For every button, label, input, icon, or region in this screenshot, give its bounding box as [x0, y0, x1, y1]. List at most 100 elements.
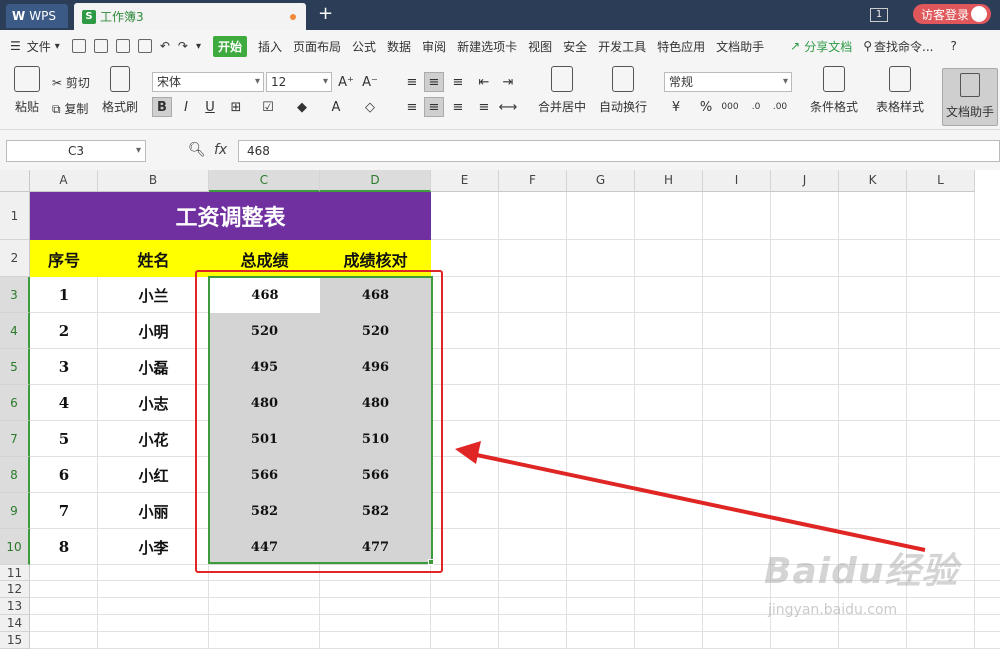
row-header[interactable]: 15 — [0, 632, 30, 649]
row-header[interactable]: 1 — [0, 192, 30, 240]
row-header[interactable]: 12 — [0, 581, 30, 598]
align-top-icon[interactable]: ≡ — [402, 72, 422, 92]
tab-doc-assistant[interactable]: 文档助手 — [716, 38, 764, 55]
increase-decimal-icon[interactable]: .0 — [746, 97, 766, 117]
tab-insert[interactable]: 插入 — [258, 38, 282, 55]
column-header[interactable]: J — [771, 170, 839, 192]
tab-new-tab[interactable]: 新建选项卡 — [457, 38, 517, 55]
thousands-icon[interactable]: 000 — [720, 97, 740, 117]
row-header[interactable]: 4 — [0, 313, 30, 349]
decrease-indent-icon[interactable]: ⇤ — [474, 72, 494, 92]
table-cell[interactable]: 7 — [30, 493, 98, 529]
menu-file[interactable]: 文件 — [27, 38, 51, 55]
formula-input[interactable]: 468 — [238, 140, 1000, 162]
tab-data[interactable]: 数据 — [387, 38, 411, 55]
column-header[interactable]: D — [320, 170, 431, 192]
format-painter-button[interactable]: 格式刷 — [100, 66, 140, 115]
align-right-icon[interactable]: ≡ — [448, 97, 468, 117]
column-header[interactable]: K — [839, 170, 907, 192]
tab-view[interactable]: 视图 — [528, 38, 552, 55]
row-header[interactable]: 13 — [0, 598, 30, 615]
spreadsheet-grid[interactable]: 工资调整表序号姓名总成绩成绩核对1小兰4684682小明5205203小磊495… — [0, 170, 1000, 649]
decrease-font-icon[interactable]: A⁻ — [360, 72, 380, 92]
paste-button[interactable]: 粘贴 — [10, 66, 44, 115]
cut-button[interactable]: ✂ 剪切 — [52, 74, 90, 91]
increase-font-icon[interactable]: A⁺ — [336, 72, 356, 92]
tab-security[interactable]: 安全 — [563, 38, 587, 55]
column-header[interactable]: C — [209, 170, 320, 192]
align-center-icon[interactable]: ≡ — [424, 97, 444, 117]
export-pdf-icon[interactable] — [93, 39, 108, 53]
undo-icon[interactable]: ↶ — [160, 39, 170, 53]
number-format-select[interactable]: 常规 — [664, 72, 792, 92]
sheet-title-cell[interactable]: 工资调整表 — [30, 192, 431, 240]
increase-indent-icon[interactable]: ⇥ — [498, 72, 518, 92]
table-cell[interactable]: 小红 — [98, 457, 209, 493]
row-header[interactable]: 5 — [0, 349, 30, 385]
tab-home[interactable]: 开始 — [212, 35, 247, 57]
quick-access-dropdown-icon[interactable]: ▾ — [196, 41, 201, 52]
table-cell[interactable]: 5 — [30, 421, 98, 457]
help-icon[interactable]: ? — [950, 39, 956, 53]
table-cell[interactable]: 小李 — [98, 529, 209, 565]
file-dropdown-icon[interactable]: ▾ — [55, 41, 60, 52]
tab-developer[interactable]: 开发工具 — [598, 38, 646, 55]
column-header[interactable]: L — [907, 170, 975, 192]
currency-icon[interactable]: ¥ — [666, 97, 686, 117]
row-header[interactable]: 3 — [0, 277, 30, 313]
bold-button[interactable]: B — [152, 97, 172, 117]
fx-icon[interactable]: fx — [214, 142, 227, 158]
border-icon[interactable]: ⊞ — [226, 97, 246, 117]
new-tab-icon[interactable]: + — [318, 4, 333, 24]
guest-login-button[interactable]: 访客登录 — [913, 4, 991, 24]
table-style-button[interactable]: 表格样式 — [870, 66, 930, 115]
tab-special-apps[interactable]: 特色应用 — [657, 38, 705, 55]
justify-icon[interactable]: ≡ — [474, 97, 494, 117]
column-header[interactable]: I — [703, 170, 771, 192]
wps-home-tab[interactable]: W WPS — [6, 4, 68, 28]
table-cell[interactable]: 4 — [30, 385, 98, 421]
column-header[interactable]: F — [499, 170, 567, 192]
table-cell[interactable]: 小丽 — [98, 493, 209, 529]
tab-page-layout[interactable]: 页面布局 — [293, 38, 341, 55]
cell-style-icon[interactable]: ☑ — [258, 97, 278, 117]
share-document-button[interactable]: 分享文档 — [804, 38, 852, 55]
column-header[interactable]: G — [567, 170, 635, 192]
table-cell[interactable]: 2 — [30, 313, 98, 349]
clear-icon[interactable]: ◇ — [360, 97, 380, 117]
print-icon[interactable] — [115, 39, 130, 53]
tab-formulas[interactable]: 公式 — [352, 38, 376, 55]
font-name-select[interactable]: 宋体 — [152, 72, 264, 92]
decrease-decimal-icon[interactable]: .00 — [770, 97, 790, 117]
row-header[interactable]: 6 — [0, 385, 30, 421]
table-cell[interactable]: 3 — [30, 349, 98, 385]
doc-assistant-button[interactable]: 文档助手 — [942, 68, 998, 126]
row-header[interactable]: 9 — [0, 493, 30, 529]
copy-button[interactable]: ⧉ 复制 — [52, 100, 88, 117]
row-header[interactable]: 11 — [0, 565, 30, 581]
zoom-icon[interactable]: 🔍︎ — [188, 142, 206, 158]
column-header[interactable]: E — [431, 170, 499, 192]
fill-color-icon[interactable]: ◆ — [292, 97, 312, 117]
print-preview-icon[interactable] — [137, 39, 152, 53]
underline-button[interactable]: U — [200, 97, 220, 117]
hamburger-menu-icon[interactable]: ☰ — [10, 39, 21, 53]
document-tab[interactable]: S 工作簿3 — [74, 3, 306, 30]
table-header-cell[interactable]: 姓名 — [98, 240, 209, 277]
table-cell[interactable]: 小志 — [98, 385, 209, 421]
save-icon[interactable] — [71, 39, 86, 53]
table-cell[interactable]: 小磊 — [98, 349, 209, 385]
distributed-icon[interactable]: ⟷ — [498, 97, 518, 117]
table-cell[interactable]: 8 — [30, 529, 98, 565]
conditional-format-button[interactable]: 条件格式 — [806, 66, 862, 115]
align-middle-icon[interactable]: ≡ — [424, 72, 444, 92]
search-command-button[interactable]: 查找命令... — [874, 38, 933, 55]
row-header[interactable]: 14 — [0, 615, 30, 632]
wrap-text-button[interactable]: 自动换行 — [598, 66, 648, 115]
tab-review[interactable]: 审阅 — [422, 38, 446, 55]
column-header[interactable]: B — [98, 170, 209, 192]
row-header[interactable]: 7 — [0, 421, 30, 457]
table-cell[interactable]: 6 — [30, 457, 98, 493]
window-count-badge[interactable]: 1 — [870, 8, 888, 22]
column-header[interactable]: H — [635, 170, 703, 192]
